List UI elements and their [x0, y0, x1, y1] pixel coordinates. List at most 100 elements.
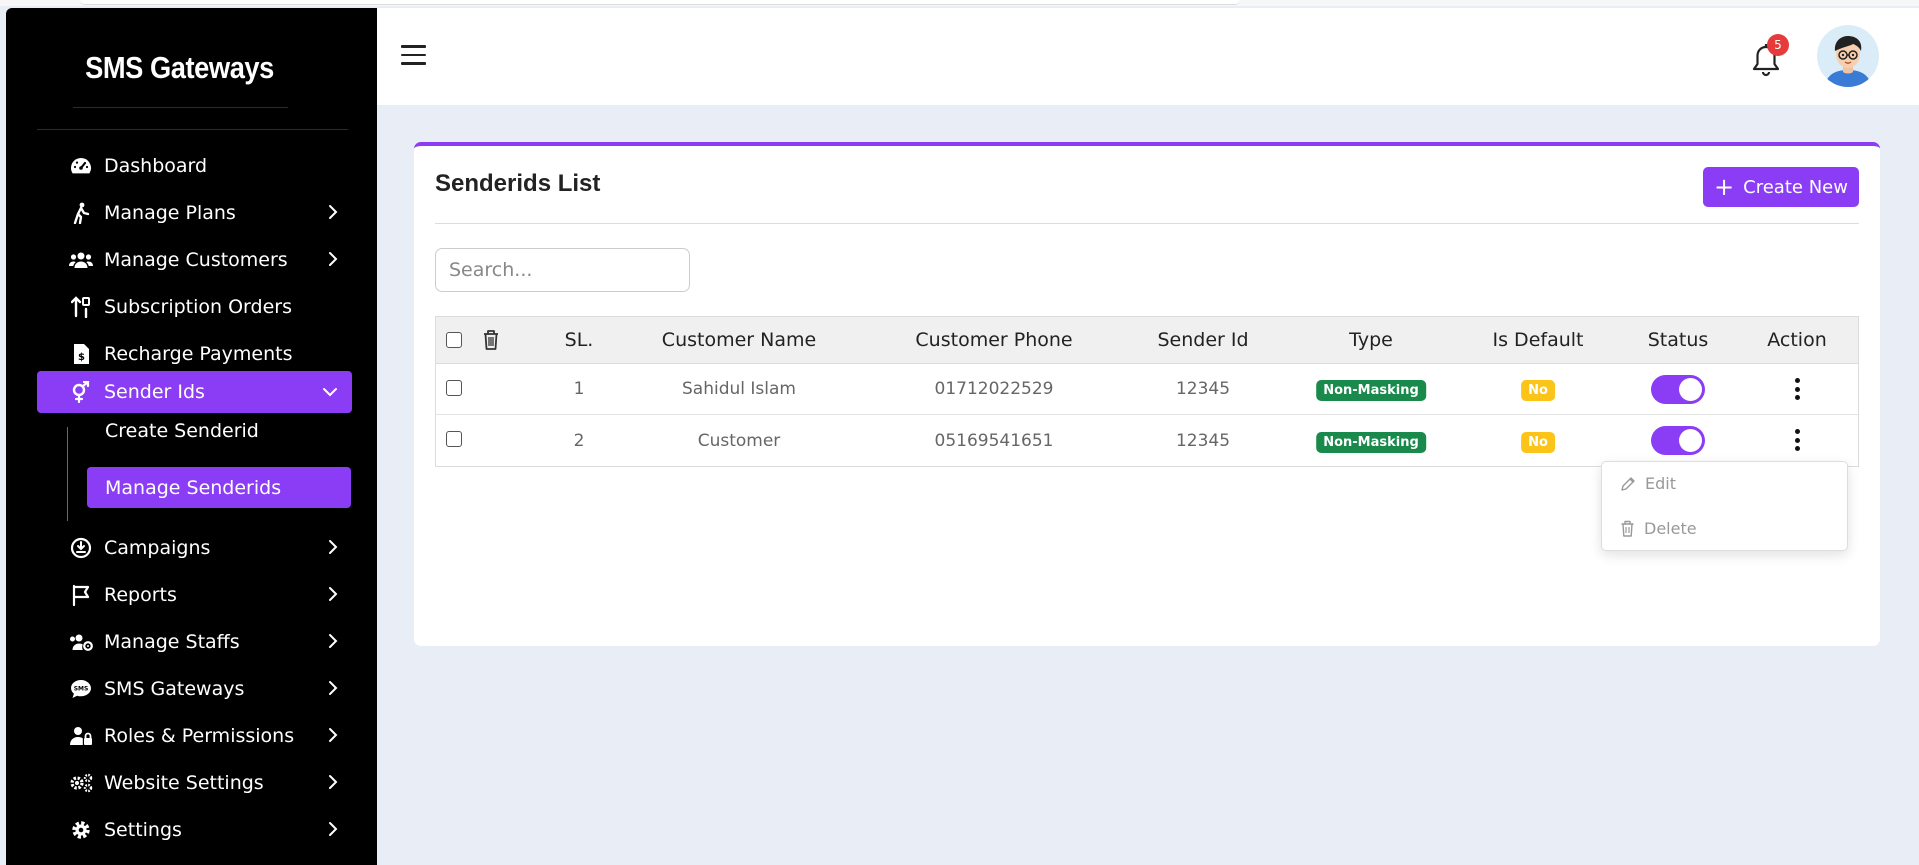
sidebar-item-sms-gateways[interactable]: SMS SMS Gateways	[37, 668, 352, 710]
senderids-table: SL. Customer Name Customer Phone Sender …	[435, 316, 1859, 467]
chevron-right-icon	[329, 252, 338, 266]
edit-label: Edit	[1645, 474, 1676, 493]
sort-icon	[67, 296, 95, 318]
table-row: 1 Sahidul Islam 01712022529 12345 Non-Ma…	[436, 364, 1858, 415]
column-header-action: Action	[1767, 329, 1827, 351]
search-input[interactable]	[435, 248, 690, 292]
users-icon	[67, 251, 95, 269]
cell-sl: 2	[573, 430, 585, 451]
users-gear-icon	[67, 633, 95, 651]
walking-icon	[67, 202, 95, 224]
sidebar-item-manage-staffs[interactable]: Manage Staffs	[37, 621, 352, 663]
create-new-button[interactable]: + Create New	[1703, 167, 1859, 207]
sidebar-item-manage-plans[interactable]: Manage Plans	[37, 192, 352, 234]
sidebar-item-recharge-payments[interactable]: $ Recharge Payments	[37, 333, 352, 375]
sidebar: SMS Gateways Dashboard Manage Plans Mana…	[6, 8, 377, 865]
sidebar-item-label: SMS Gateways	[104, 678, 245, 700]
chevron-right-icon	[329, 634, 338, 648]
more-vertical-icon[interactable]	[1787, 376, 1807, 402]
column-header-customer-name: Customer Name	[661, 329, 817, 351]
sidebar-item-label: Manage Plans	[104, 202, 236, 224]
campaign-icon	[67, 537, 95, 559]
gender-icon	[67, 381, 95, 403]
select-all-checkbox[interactable]	[446, 332, 462, 348]
sidebar-item-label: Subscription Orders	[104, 296, 292, 318]
row-action-menu: Edit Delete	[1601, 461, 1848, 551]
chevron-right-icon	[329, 775, 338, 789]
sidebar-item-manage-customers[interactable]: Manage Customers	[37, 239, 352, 281]
default-badge: No	[1521, 380, 1555, 401]
submenu-item-label: Manage Senderids	[105, 476, 282, 499]
sidebar-item-label: Manage Staffs	[104, 631, 240, 653]
trash-icon[interactable]	[482, 329, 500, 350]
delete-label: Delete	[1644, 519, 1697, 538]
sidebar-item-dashboard[interactable]: Dashboard	[37, 145, 352, 187]
sidebar-item-label: Settings	[104, 819, 182, 841]
user-lock-icon	[67, 726, 95, 746]
cell-customer-phone: 05169541651	[934, 430, 1054, 451]
flag-icon	[67, 584, 95, 606]
gauge-icon	[67, 156, 95, 176]
more-vertical-icon[interactable]	[1787, 427, 1807, 453]
row-checkbox[interactable]	[446, 431, 462, 447]
sidebar-item-label: Sender Ids	[104, 381, 205, 403]
sidebar-item-subscription-orders[interactable]: Subscription Orders	[37, 286, 352, 328]
browser-top-edge	[0, 0, 1919, 6]
sidebar-item-label: Manage Customers	[104, 249, 288, 271]
chevron-right-icon	[329, 540, 338, 554]
top-header: 5	[377, 8, 1919, 105]
chevron-right-icon	[329, 681, 338, 695]
status-toggle[interactable]	[1651, 426, 1705, 455]
chevron-down-icon	[323, 388, 337, 397]
sidebar-item-label: Recharge Payments	[104, 343, 293, 365]
menu-toggle-button[interactable]	[401, 45, 426, 65]
type-badge: Non-Masking	[1316, 431, 1426, 453]
delete-menu-item[interactable]: Delete	[1620, 519, 1697, 538]
sidebar-item-reports[interactable]: Reports	[37, 574, 352, 616]
hamburger-line	[401, 62, 426, 65]
browser-tab-strip	[80, 0, 1240, 5]
column-header-sender-id: Sender Id	[1157, 329, 1249, 351]
sidebar-item-settings[interactable]: Settings	[37, 809, 352, 851]
avatar[interactable]	[1817, 25, 1879, 87]
sidebar-item-label: Dashboard	[104, 155, 208, 177]
brand-divider	[73, 107, 288, 108]
svg-text:$: $	[78, 352, 85, 363]
senderids-card: Senderids List + Create New SL. Customer…	[414, 142, 1880, 646]
status-toggle[interactable]	[1651, 375, 1705, 404]
cell-sender-id: 12345	[1175, 430, 1231, 451]
row-checkbox[interactable]	[446, 380, 462, 396]
chevron-right-icon	[329, 822, 338, 836]
trash-icon	[1621, 520, 1634, 537]
column-header-type: Type	[1349, 329, 1393, 351]
sidebar-item-campaigns[interactable]: Campaigns	[37, 527, 352, 569]
cell-customer-phone: 01712022529	[934, 379, 1054, 399]
gears-icon	[67, 773, 95, 793]
gear-icon	[67, 819, 95, 841]
edit-menu-item[interactable]: Edit	[1620, 474, 1676, 493]
cell-sl: 1	[573, 379, 585, 399]
default-badge: No	[1521, 431, 1555, 453]
notification-badge: 5	[1767, 34, 1789, 56]
column-header-customer-phone: Customer Phone	[915, 329, 1073, 351]
cell-customer-name: Customer	[697, 430, 781, 451]
column-header-is-default: Is Default	[1492, 329, 1584, 351]
plus-icon: +	[1714, 173, 1735, 201]
sms-icon: SMS	[67, 679, 95, 699]
submenu-item-manage-senderids[interactable]: Manage Senderids	[87, 467, 351, 508]
type-badge: Non-Masking	[1316, 380, 1426, 401]
pencil-icon	[1621, 476, 1635, 491]
sidebar-item-label: Roles & Permissions	[104, 725, 295, 747]
submenu-item-create-senderid[interactable]: Create Senderid	[67, 410, 351, 451]
column-header-sl: SL.	[564, 329, 594, 351]
brand-logo[interactable]: SMS Gateways	[27, 50, 332, 86]
card-divider	[435, 223, 1859, 224]
table-row: 2 Customer 05169541651 12345 Non-Masking…	[436, 415, 1858, 466]
cell-sender-id: 12345	[1175, 379, 1231, 399]
hamburger-line	[401, 45, 426, 48]
sidebar-item-website-settings[interactable]: Website Settings	[37, 762, 352, 804]
chevron-right-icon	[329, 205, 338, 219]
sidebar-item-sender-ids[interactable]: Sender Ids	[37, 371, 352, 413]
hamburger-line	[401, 53, 426, 56]
sidebar-item-roles-permissions[interactable]: Roles & Permissions	[37, 715, 352, 757]
